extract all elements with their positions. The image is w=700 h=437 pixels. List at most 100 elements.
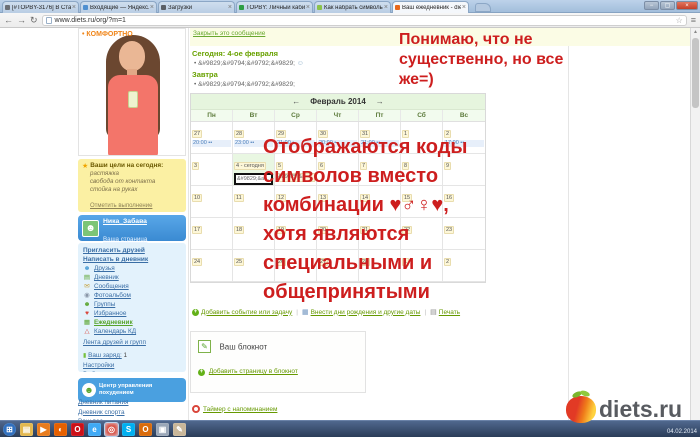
reload-icon[interactable]: ↻ — [30, 14, 38, 27]
sidebar-menu: ☻Друзья▤Дневник✉Сообщения◉Фотоальбом☻Гру… — [83, 264, 181, 336]
close-message-link[interactable]: Закрыть это сообщение — [193, 30, 265, 37]
goal-list: растяжкасвобода от контактастойка на рук… — [82, 170, 182, 194]
next-month-icon[interactable]: → — [376, 97, 384, 106]
calendar-actions: +Добавить событие или задачу|▦Внести дни… — [192, 308, 562, 316]
outlook-icon[interactable]: O — [139, 423, 152, 436]
avatar[interactable]: ☻ — [82, 220, 99, 237]
new-tab-button[interactable] — [475, 3, 491, 12]
browser-menu-icon[interactable]: ≡ — [691, 15, 696, 25]
tab-close-icon[interactable]: × — [228, 4, 232, 11]
bookmark-star-icon[interactable]: ☆ — [676, 16, 683, 25]
mark-done-link[interactable]: Отметить выполнение — [90, 203, 152, 209]
sidebar-link[interactable]: Дневник спорта — [78, 408, 186, 418]
weightloss-center-label: Центр управления похудением — [99, 383, 182, 397]
media-player-icon[interactable]: ▶ — [37, 423, 50, 436]
url-text[interactable]: www.diets.ru/org/?m=1 — [55, 17, 673, 24]
back-icon[interactable]: ← — [4, 14, 13, 27]
ad-model-face — [119, 41, 145, 71]
tab-close-icon[interactable]: × — [72, 4, 76, 11]
battery-icon: ▮ — [83, 353, 86, 359]
sidebar-item-label: Ежедневник — [94, 318, 133, 327]
invite-friends-link[interactable]: Пригласить друзей — [83, 246, 181, 255]
ad-product — [128, 91, 138, 108]
calendar-title: Февраль 2014 — [310, 97, 366, 106]
address-bar[interactable]: www.diets.ru/org/?m=1 ☆ — [42, 15, 687, 26]
chrome-icon[interactable]: ◎ — [105, 423, 118, 436]
favorites-icon: ♥ — [83, 309, 91, 318]
write-diary-link[interactable]: Написать в дневник — [83, 255, 181, 264]
tab-close-icon[interactable]: × — [384, 4, 388, 11]
paint-icon[interactable]: ✎ — [173, 423, 186, 436]
tab-title: Загрузки — [168, 5, 227, 11]
firefox-icon[interactable]: ◐ — [54, 423, 67, 436]
day-number: 24 — [192, 258, 202, 266]
scrollbar[interactable]: ▲ — [690, 28, 700, 420]
browser-tab[interactable]: Входящие — Яндекс.По…× — [80, 1, 157, 13]
day-name: Вс — [443, 110, 485, 121]
sidebar-item-photos[interactable]: ◉Фотоальбом — [83, 291, 181, 300]
day-name: Ср — [275, 110, 317, 121]
browser-tab[interactable]: TOPBY: Личный кабинет× — [236, 1, 313, 13]
system-clock[interactable]: 04.02.2014 — [667, 429, 697, 435]
sidebar-item-messages[interactable]: ✉Сообщения — [83, 282, 181, 291]
sidebar-item-planner[interactable]: ▦Ежедневник — [83, 318, 181, 327]
timer-icon — [192, 405, 200, 413]
skype-icon[interactable]: S — [122, 423, 135, 436]
sidebar-item-friends[interactable]: ☻Друзья — [83, 264, 181, 273]
window-icon[interactable]: ▣ — [156, 423, 169, 436]
user-name-link[interactable]: Ника_Забава — [103, 218, 147, 225]
calendar-cell[interactable]: 17 — [191, 218, 233, 250]
browser-tab[interactable]: Ваш ежедневник - diets…× — [392, 1, 469, 13]
ie-icon[interactable]: e — [88, 423, 101, 436]
tab-close-icon[interactable]: × — [150, 4, 154, 11]
sidebar-item-groups[interactable]: ☻Группы — [83, 300, 181, 309]
goal-item: свобода от контакта — [90, 178, 182, 186]
settings-link[interactable]: Настройки — [83, 361, 181, 370]
annotation-line: специальными и — [263, 249, 523, 278]
close-button[interactable]: × — [676, 1, 698, 10]
calendar-cell[interactable]: 10 — [191, 186, 233, 218]
annotation-line: Отображаются коды — [263, 133, 523, 162]
ad-banner[interactable]: • КОМФОРТНО — [78, 28, 186, 156]
browser-tab[interactable]: Как набрать символы на…× — [314, 1, 391, 13]
maximize-button[interactable]: ▢ — [660, 1, 675, 10]
start-button[interactable]: ⊞ — [3, 423, 16, 436]
action-add-birthdays[interactable]: ▦Внести дни рождения и другие даты — [302, 308, 420, 316]
browser-tab[interactable]: [#TOPBY-3176] В Стати…× — [2, 1, 79, 13]
calendar-cell[interactable]: 3 — [191, 154, 233, 186]
tab-close-icon[interactable]: × — [306, 4, 310, 11]
column-divider — [188, 28, 189, 420]
calendar-cell[interactable]: 24 — [191, 250, 233, 282]
sidebar-item-favorites[interactable]: ♥Избранное — [83, 309, 181, 318]
day-number: 27 — [192, 130, 202, 138]
ad-model-dress — [108, 75, 158, 156]
action-add-event[interactable]: +Добавить событие или задачу — [192, 309, 292, 316]
user-page-link[interactable]: Ваша страница — [103, 236, 147, 243]
sidebar-item-label: Друзья — [94, 264, 115, 273]
tab-favicon — [239, 5, 244, 10]
event-time[interactable]: 20:00 •• — [192, 140, 231, 147]
browser-tab[interactable]: Загрузки× — [158, 1, 235, 13]
calendar-cell[interactable]: 27 20:00 •• — [191, 122, 233, 154]
add-notebook-page-link[interactable]: Добавить страницу в блокнот — [209, 368, 298, 375]
sidebar-item-diary[interactable]: ▤Дневник — [83, 273, 181, 282]
opera-icon[interactable]: O — [71, 423, 84, 436]
day-number: 3 — [192, 162, 199, 170]
minimize-button[interactable]: − — [644, 1, 659, 10]
annotation-note: Понимаю, что не существенно, но все же=) — [399, 30, 574, 90]
forward-icon[interactable]: → — [17, 14, 26, 27]
logout-link[interactable]: Выйти — [83, 370, 181, 372]
timer-link[interactable]: Таймер с напоминанием — [203, 406, 277, 413]
charge-link[interactable]: Ваш заряд: — [88, 352, 122, 359]
prev-month-icon[interactable]: ← — [292, 97, 300, 106]
sidebar-item-calendar-kd[interactable]: △Календарь КД — [83, 327, 181, 336]
planner-icon: ▦ — [83, 318, 91, 327]
scroll-up-icon[interactable]: ▲ — [691, 28, 700, 36]
action-label: Добавить событие или задачу — [201, 309, 292, 316]
explorer-icon[interactable]: ▤ — [20, 423, 33, 436]
friends-feed-link[interactable]: Лента друзей и групп — [83, 338, 181, 347]
tab-close-icon[interactable]: × — [462, 4, 466, 11]
sidebar-link[interactable]: Дневник питания — [78, 398, 186, 408]
action-print[interactable]: ▤Печать — [430, 308, 460, 316]
scrollbar-thumb[interactable] — [692, 38, 699, 108]
